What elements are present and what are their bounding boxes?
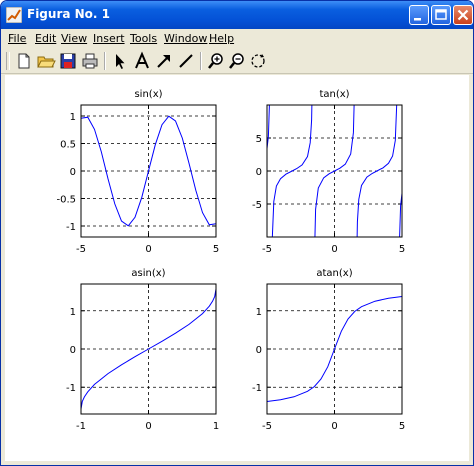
atan-title: atan(x) — [316, 268, 352, 279]
window-title: Figura No. 1 — [27, 7, 111, 21]
line-icon[interactable] — [176, 51, 196, 71]
new-file-icon[interactable] — [14, 51, 34, 71]
title-bar[interactable]: Figura No. 1 — [1, 1, 473, 29]
tan-ytick-label: 0 — [256, 167, 262, 178]
menu-bar: File Edit View Insert Tools Window Help — [1, 29, 473, 49]
sin-title: sin(x) — [134, 89, 162, 100]
asin-xtick-label: 0 — [145, 421, 151, 432]
sin-xtick-label: 0 — [145, 244, 151, 255]
menu-file[interactable]: File — [8, 32, 26, 45]
tan-xtick-label: 0 — [331, 244, 337, 255]
asin-ytick-label: -1 — [66, 383, 76, 394]
toolbar-separator — [104, 52, 106, 70]
asin-xtick-label: 1 — [213, 421, 219, 432]
line-arrow-icon[interactable] — [154, 51, 174, 71]
open-folder-icon[interactable] — [36, 51, 56, 71]
sin-ytick-label: -1 — [66, 222, 76, 233]
asin-xtick-label: -1 — [76, 421, 86, 432]
asin-ytick-label: 0 — [70, 345, 76, 356]
arrow-icon[interactable] — [110, 51, 130, 71]
toolbar-separator — [200, 52, 202, 70]
atan-ytick-label: 0 — [256, 345, 262, 356]
minimize-icon — [414, 18, 421, 21]
matlab-app-icon[interactable] — [6, 7, 22, 23]
atan-ytick-label: 1 — [256, 307, 262, 318]
toolbar — [1, 49, 473, 74]
sin-ytick-label: 1 — [70, 112, 76, 123]
atan-ytick-label: -1 — [252, 383, 262, 394]
zoom-out-icon[interactable] — [227, 51, 247, 71]
close-button[interactable] — [453, 5, 473, 25]
zoom-in-icon[interactable] — [206, 51, 226, 71]
asin-ytick-label: 1 — [70, 307, 76, 318]
save-icon[interactable] — [58, 51, 78, 71]
sin-ytick-label: 0 — [70, 167, 76, 178]
menu-window[interactable]: Window — [164, 32, 207, 45]
rotate-icon[interactable] — [248, 51, 268, 71]
maximize-button[interactable] — [431, 5, 451, 25]
close-icon — [457, 9, 469, 21]
menu-edit[interactable]: Edit — [35, 32, 56, 45]
menu-insert[interactable]: Insert — [93, 32, 125, 45]
maximize-icon — [435, 9, 447, 20]
sin-xtick-label: -5 — [76, 244, 86, 255]
atan-xtick-label: -5 — [262, 421, 272, 432]
asin-title: asin(x) — [131, 268, 165, 279]
menu-tools[interactable]: Tools — [130, 32, 157, 45]
menu-help[interactable]: Help — [209, 32, 234, 45]
atan-xtick-label: 0 — [331, 421, 337, 432]
figure-window: Figura No. 1 File Edit View Insert Tools… — [0, 0, 474, 466]
text-icon[interactable] — [132, 51, 152, 71]
tan-xtick-label: 5 — [399, 244, 405, 255]
tan-ytick-label: -5 — [252, 200, 262, 211]
sin-ytick-label: -0.5 — [56, 195, 76, 206]
print-icon[interactable] — [80, 51, 100, 71]
tan-ytick-label: 5 — [256, 134, 262, 145]
sin-ytick-label: 0.5 — [60, 140, 76, 151]
menu-view[interactable]: View — [61, 32, 87, 45]
sin-xtick-label: 5 — [213, 244, 219, 255]
atan-xtick-label: 5 — [399, 421, 405, 432]
tan-title: tan(x) — [319, 89, 349, 100]
minimize-button[interactable] — [409, 5, 429, 25]
toolbar-grip — [6, 52, 10, 70]
plots-svg: 10.50-0.5-1-5 0 5sin(x)50-5-5 0 5tan(x)10-1-… — [56, 89, 405, 432]
tan-xtick-label: -5 — [262, 244, 272, 255]
figure-canvas[interactable]: 1 0.5 0 -0.5 -1 -5 0 5 sin(x) 5 0 -5 -5 0 5 tan(x) 1 0 -1-… — [5, 75, 469, 461]
